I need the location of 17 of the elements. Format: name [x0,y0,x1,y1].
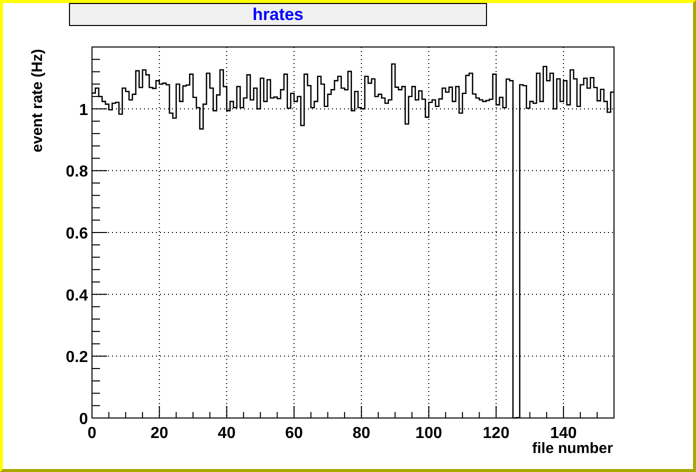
tick-label: 0.8 [66,164,88,181]
tick-label: 40 [218,425,236,442]
tick-label: 0 [88,425,96,442]
tick-label: 60 [285,425,303,442]
tick-label: 0.6 [66,226,88,242]
axis-title: file number [532,440,613,457]
tick-label: 0.2 [66,349,88,366]
tick-label: 0.4 [66,287,88,304]
tick-label: 20 [150,425,168,442]
tick-label: 100 [415,425,442,442]
tick-label: 140 [550,425,577,442]
tick-label: 1 [79,102,88,119]
tick-label: 80 [352,425,370,442]
axis-title: event rate (Hz) [29,49,46,152]
tick-label: 0 [79,411,88,428]
tick-label: 120 [482,425,510,442]
chart-title: hrates [69,3,487,26]
